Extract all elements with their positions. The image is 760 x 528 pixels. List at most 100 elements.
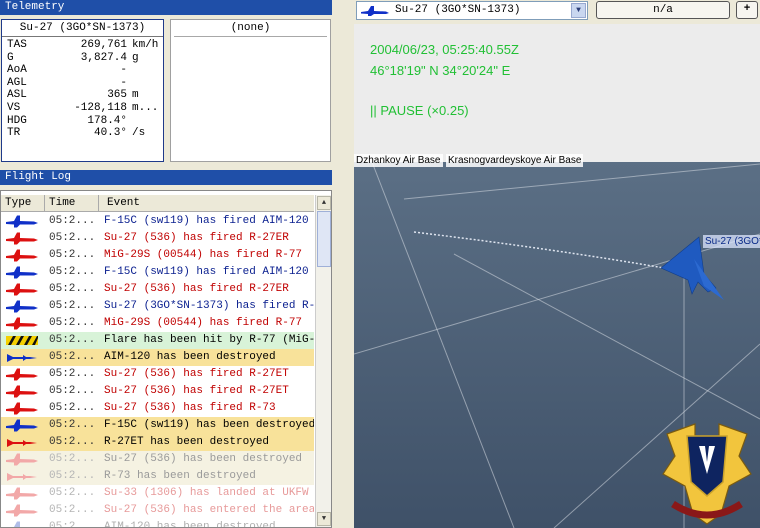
log-event: R-27ET has been destroyed <box>104 436 270 448</box>
telemetry-unit: m <box>132 89 139 102</box>
chevron-down-icon[interactable]: ▼ <box>571 3 586 18</box>
jet-blue-icon <box>6 300 38 313</box>
telemetry-unit: /s <box>132 127 146 140</box>
table-row[interactable]: 05:2... Su-27 (3GO*SN-1373) has fired R-2… <box>1 298 314 315</box>
jet-red-icon <box>6 317 38 330</box>
log-event: Su-27 (536) has fired R-27ER <box>104 283 289 295</box>
table-row[interactable]: 05:2... Su-27 (536) has fired R-27ER <box>1 230 314 247</box>
missile-red-icon <box>7 439 37 447</box>
jet-red-icon <box>6 368 38 381</box>
table-row[interactable]: 05:2... Su-27 (536) has fired R-27ER <box>1 281 314 298</box>
table-row[interactable]: 05:2... Su-33 (1306) has landed at UKFW -… <box>1 485 314 502</box>
jet-faded-blue-icon <box>14 521 20 527</box>
jet-blue-icon <box>6 419 38 432</box>
jet-blue-icon <box>6 266 38 279</box>
telemetry-row: TAS 269,761 km/h <box>6 39 163 52</box>
telemetry-aircraft-name: Su-27 (3GO*SN-1373) <box>2 20 163 37</box>
telemetry-row: G 3,827.4 g <box>6 52 163 65</box>
scroll-up-arrow-icon[interactable]: ▲ <box>317 196 331 210</box>
table-row[interactable]: 05:2... F-15C (sw119) has fired AIM-120 <box>1 213 314 230</box>
log-time: 05:2... <box>49 487 96 499</box>
log-time: 05:2... <box>49 334 96 346</box>
log-event: F-15C (sw119) has fired AIM-120 <box>104 215 309 227</box>
log-event: Su-27 (536) has been destroyed <box>104 453 303 465</box>
telemetry-value: 3,827.4 <box>80 51 127 64</box>
flight-log-scrollbar[interactable]: ▲ ▼ <box>315 195 331 527</box>
telemetry-label: AGL <box>7 76 27 89</box>
jet-faded-red-icon <box>6 504 38 517</box>
table-row[interactable]: 05:2... R-73 has been destroyed <box>1 468 314 485</box>
jet-blue-icon <box>361 6 389 16</box>
table-row[interactable]: 05:2... MiG-29S (00544) has fired R-77 <box>1 247 314 264</box>
table-row[interactable]: 05:2... MiG-29S (00544) has fired R-77 <box>1 315 314 332</box>
table-row[interactable]: 05:2... R-27ET has been destroyed <box>1 434 314 451</box>
telemetry-label: HDG <box>7 114 27 127</box>
column-header-time[interactable]: Time <box>45 195 99 211</box>
table-row[interactable]: 05:2... AIM-120 has been destroyed <box>1 349 314 366</box>
jet-red-icon <box>6 249 38 262</box>
3d-viewport[interactable]: 2004/06/23, 05:25:40.55Z 46°18'19" N 34°… <box>354 24 760 528</box>
aircraft-select-value: Su-27 (3GO*SN-1373) <box>395 4 521 16</box>
telemetry-label: VS <box>7 101 21 114</box>
table-row[interactable]: 05:2... Su-27 (536) has fired R-27ET <box>1 366 314 383</box>
log-event: F-15C (sw119) has fired AIM-120 <box>104 266 309 278</box>
log-time: 05:2... <box>49 351 96 363</box>
log-event: MiG-29S (00544) has fired R-77 <box>104 317 303 329</box>
log-time: 05:2... <box>49 300 96 312</box>
hazard-stripe-icon <box>6 336 38 345</box>
log-event: AIM-120 has been destroyed <box>104 521 276 528</box>
telemetry-row: AoA - <box>6 64 163 77</box>
table-row[interactable]: 05:2... Su-27 (536) has been destroyed <box>1 451 314 468</box>
pause-indicator: || PAUSE (×0.25) <box>370 103 469 118</box>
add-button[interactable]: + <box>736 1 758 19</box>
telemetry-value: - <box>120 76 127 89</box>
scrollbar-thumb[interactable] <box>317 211 331 267</box>
log-event: Su-27 (536) has entered the area at <box>104 504 314 516</box>
telemetry-row: VS -128,118 m... <box>6 102 163 115</box>
log-event: Su-27 (3GO*SN-1373) has fired R-27E <box>104 300 314 312</box>
telemetry-row: HDG 178.4° <box>6 115 163 128</box>
log-event: Su-27 (536) has fired R-27ER <box>104 232 289 244</box>
telemetry-secondary-title: (none) <box>174 20 327 37</box>
column-header-type[interactable]: Type <box>1 195 45 211</box>
log-time: 05:2... <box>49 436 96 448</box>
flight-log-column-headers: Type Time Event <box>1 195 314 212</box>
flight-log-rows: 05:2... F-15C (sw119) has fired AIM-120 05… <box>1 213 314 528</box>
viewport-scene <box>354 24 760 528</box>
table-row[interactable]: 05:2... Su-27 (536) has fired R-73 <box>1 400 314 417</box>
telemetry-title: Telemetry <box>5 1 65 13</box>
flight-log-list[interactable]: Type Time Event 05:2... F-15C (sw119) has… <box>0 190 332 528</box>
table-row[interactable]: 05:2... AIM-120 has been destroyed <box>1 519 314 528</box>
log-time: 05:2... <box>49 232 96 244</box>
panel-splitter[interactable] <box>334 0 354 528</box>
telemetry-label: AoA <box>7 64 27 77</box>
log-time: 05:2... <box>49 266 96 278</box>
viewer-toolbar: Su-27 (3GO*SN-1373) ▼ n/a + <box>354 0 760 22</box>
log-time: 05:2... <box>49 402 96 414</box>
table-row[interactable]: 05:2... Su-27 (536) has entered the area … <box>1 502 314 519</box>
jet-red-icon <box>6 283 38 296</box>
log-time: 05:2... <box>49 215 96 227</box>
missile-blue-icon <box>7 354 37 362</box>
aircraft-select[interactable]: Su-27 (3GO*SN-1373) ▼ <box>356 1 588 20</box>
log-event: Su-27 (536) has fired R-27ET <box>104 385 289 397</box>
table-row[interactable]: 05:2... Su-27 (536) has fired R-27ET <box>1 383 314 400</box>
log-time: 05:2... <box>49 470 96 482</box>
jet-red-icon <box>6 385 38 398</box>
telemetry-value: -128,118 <box>74 101 127 114</box>
telemetry-primary: Su-27 (3GO*SN-1373) TAS 269,761 km/h G 3,827… <box>1 19 164 162</box>
airbase-label-krasnogvardeyskoye[interactable]: Krasnogvardeyskoye Air Base <box>446 154 584 167</box>
log-time: 05:2... <box>49 419 96 431</box>
airbase-label-dzhankoy[interactable]: Dzhankoy Air Base <box>354 154 443 167</box>
table-row[interactable]: 05:2... Flare has been hit by R-77 (MiG-2… <box>1 332 314 349</box>
na-button[interactable]: n/a <box>596 1 730 19</box>
table-row[interactable]: 05:2... F-15C (sw119) has fired AIM-120 <box>1 264 314 281</box>
aircraft-label[interactable]: Su-27 (3GO* <box>703 235 760 248</box>
log-event: AIM-120 has been destroyed <box>104 351 276 363</box>
telemetry-label: TAS <box>7 39 27 51</box>
jet-red-icon <box>6 232 38 245</box>
scroll-down-arrow-icon[interactable]: ▼ <box>317 512 331 526</box>
column-header-event[interactable]: Event <box>99 195 314 211</box>
telemetry-unit: g <box>132 51 139 64</box>
table-row[interactable]: 05:2... F-15C (sw119) has been destroyed <box>1 417 314 434</box>
